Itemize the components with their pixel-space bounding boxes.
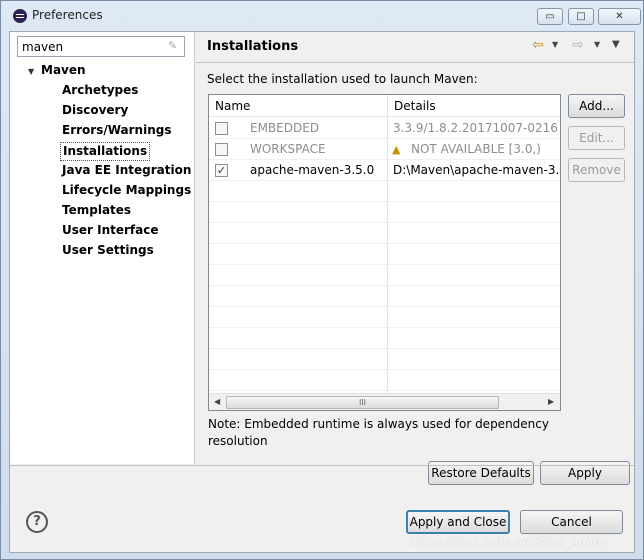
empty-row [209, 244, 560, 265]
empty-row [209, 307, 560, 328]
horizontal-scrollbar[interactable]: ◀ III ▶ [209, 393, 560, 410]
row-checkbox[interactable]: ✓ [215, 164, 228, 177]
empty-row [209, 286, 560, 307]
row-checkbox[interactable] [215, 143, 228, 156]
tree-item-templates[interactable]: Templates [60, 202, 133, 219]
tree-item-discovery[interactable]: Discovery [60, 102, 130, 119]
scroll-right-icon[interactable]: ▶ [548, 397, 554, 406]
installations-table: Name Details EMBEDDED 3.3.9/1.8.2.201710… [208, 94, 561, 411]
row-name: apache-maven-3.5.0 [250, 163, 375, 177]
warning-icon: ▲ [392, 143, 401, 156]
watermark-text: https://blog.csdn.net/Miss_honey [410, 535, 608, 549]
tree-item-java-ee-integration[interactable]: Java EE Integration [60, 162, 193, 179]
cancel-button[interactable]: Cancel [520, 510, 623, 534]
minimize-button[interactable]: ▭ [537, 8, 563, 25]
window-title: Preferences [32, 8, 103, 22]
empty-row [209, 370, 560, 391]
back-dropdown-icon[interactable]: ▼ [552, 40, 558, 49]
edit-button[interactable]: Edit... [568, 126, 625, 150]
empty-row [209, 265, 560, 286]
eraser-icon[interactable]: ✎ [168, 40, 180, 52]
preference-tree-pane: ✎ ▼ Maven Archetypes Discovery Errors/Wa… [10, 32, 195, 464]
empty-row [209, 349, 560, 370]
view-menu-icon[interactable]: ▼ [612, 39, 620, 50]
forward-arrow-icon[interactable]: ⇨ [572, 37, 584, 53]
remove-button[interactable]: Remove [568, 158, 625, 182]
row-details: NOT AVAILABLE [3.0,) [411, 142, 541, 156]
close-button[interactable]: ✕ [598, 8, 641, 25]
instruction-label: Select the installation used to launch M… [207, 72, 478, 86]
tree-item-archetypes[interactable]: Archetypes [60, 82, 140, 99]
table-row[interactable]: EMBEDDED 3.3.9/1.8.2.20171007-0216 [209, 118, 560, 139]
help-icon[interactable]: ? [26, 511, 48, 533]
tree-item-lifecycle-mappings[interactable]: Lifecycle Mappings [60, 182, 193, 199]
empty-row [209, 202, 560, 223]
row-details: 3.3.9/1.8.2.20171007-0216 [393, 121, 558, 135]
dialog-content: ✎ ▼ Maven Archetypes Discovery Errors/Wa… [9, 31, 636, 553]
add-button[interactable]: Add... [568, 94, 625, 118]
empty-row [209, 181, 560, 202]
eclipse-logo-icon [13, 9, 27, 23]
scrollbar-thumb[interactable]: III [226, 396, 499, 409]
footer-separator [10, 465, 636, 466]
note-text: Note: Embedded runtime is always used fo… [208, 417, 549, 448]
row-name: WORKSPACE [250, 142, 326, 156]
tree-item-errors-warnings[interactable]: Errors/Warnings [60, 122, 173, 139]
tree-item-maven[interactable]: Maven [41, 63, 86, 77]
filter-input[interactable] [17, 36, 185, 57]
table-row[interactable]: ✓ apache-maven-3.5.0 D:\Maven\apache-mav… [209, 160, 560, 181]
tree-item-installations[interactable]: Installations [60, 142, 151, 161]
row-checkbox[interactable] [215, 122, 228, 135]
row-details: D:\Maven\apache-maven-3.5 [393, 163, 561, 177]
back-arrow-icon[interactable]: ⇦ [532, 37, 544, 53]
empty-row [209, 223, 560, 244]
scroll-left-icon[interactable]: ◀ [214, 397, 220, 406]
preference-page: Installations ⇦ ▼ ⇨ ▼ ▼ Select the insta… [196, 32, 634, 485]
tree-item-user-settings[interactable]: User Settings [60, 242, 156, 259]
preferences-window: Preferences ▭ □ ✕ ✎ ▼ Maven Archetypes D… [0, 0, 644, 560]
column-header-name[interactable]: Name [209, 95, 387, 117]
empty-row [209, 328, 560, 349]
row-name: EMBEDDED [250, 121, 320, 135]
title-separator [196, 62, 634, 63]
maximize-button[interactable]: □ [568, 8, 594, 25]
column-header-details[interactable]: Details [388, 95, 560, 117]
tree-item-user-interface[interactable]: User Interface [60, 222, 161, 239]
apply-and-close-button[interactable]: Apply and Close [406, 510, 510, 534]
title-bar[interactable]: Preferences ▭ □ ✕ [1, 1, 643, 31]
page-title: Installations [207, 39, 299, 54]
forward-dropdown-icon[interactable]: ▼ [594, 40, 600, 49]
tree-collapse-icon[interactable]: ▼ [28, 67, 34, 76]
table-row[interactable]: WORKSPACE ▲ NOT AVAILABLE [3.0,) [209, 139, 560, 160]
